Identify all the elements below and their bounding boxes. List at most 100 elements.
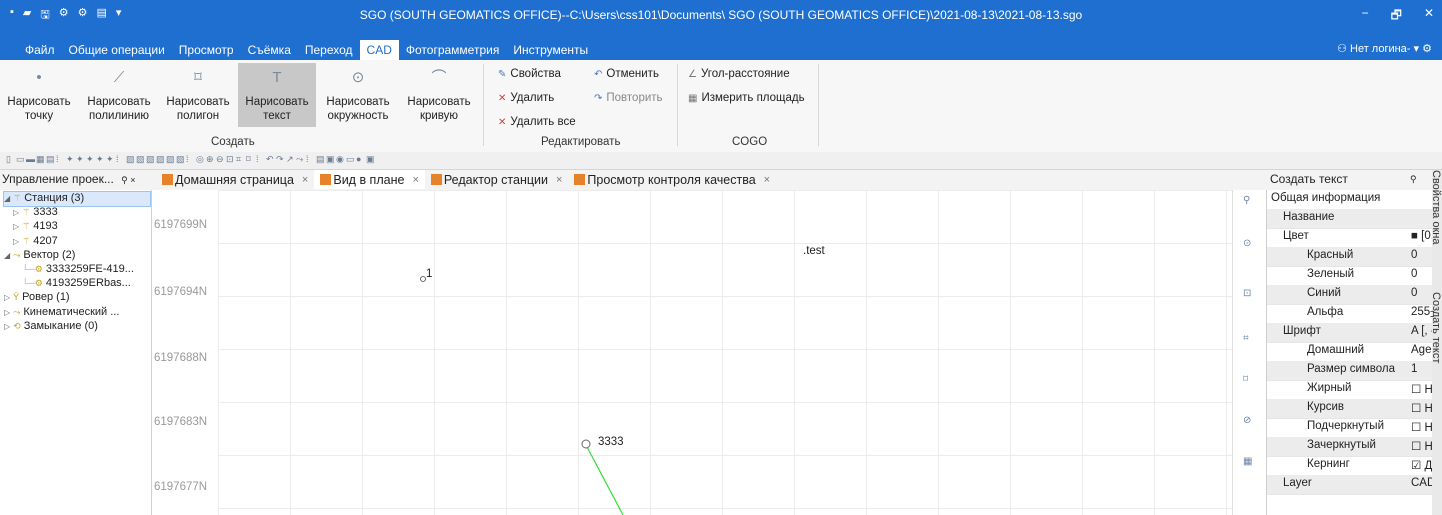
ribbon-edit-3[interactable]: ↶ Отменить <box>594 68 659 80</box>
point-marker[interactable] <box>420 276 426 282</box>
toolbar-icon[interactable]: ✦ <box>86 154 94 165</box>
ribbon-edit-0[interactable]: ✎ Свойства <box>498 68 561 80</box>
tree-node[interactable]: ▷ ⟲ Замыкание (0) <box>4 320 150 334</box>
property-value[interactable]: ☐ Не <box>1411 401 1433 415</box>
toolbar-icon[interactable]: ▤ <box>316 154 325 165</box>
tree-node[interactable]: └─⚙ 3333259FE-419... <box>22 263 150 277</box>
login-menu[interactable]: ⚇ Нет логина- ▾ ⚙ <box>1337 42 1432 55</box>
property-row[interactable]: Жирный ☐ Не <box>1267 380 1433 400</box>
property-value[interactable]: 0 <box>1411 268 1417 280</box>
toolbar-icon[interactable]: ▧ <box>146 154 155 165</box>
tree-node[interactable]: ▷ ⚚ 3333 <box>13 206 150 220</box>
toolbar-icon[interactable]: ● <box>356 154 361 164</box>
toolbar-icon[interactable]: ▯ <box>6 154 11 165</box>
property-row[interactable]: ДомашнийAgen <box>1267 342 1433 362</box>
property-row[interactable]: Красный 0 <box>1267 247 1433 267</box>
toolbar-icon[interactable]: ⊕ <box>206 154 214 165</box>
station-marker[interactable] <box>581 439 591 449</box>
property-row[interactable]: Кернинг ☑ Да <box>1267 456 1433 476</box>
toolbar-icon[interactable]: ▣ <box>326 154 335 165</box>
menu-item-4[interactable]: Переход <box>298 40 360 60</box>
view-tool-icon[interactable]: ⌑ <box>1243 374 1248 385</box>
ribbon-button-5[interactable]: ⌒ Нарисовать кривую <box>400 63 478 127</box>
property-row[interactable]: Подчеркнутый ☐ Не <box>1267 418 1433 438</box>
toolbar-icon[interactable]: ⤳ <box>296 154 303 165</box>
property-value[interactable]: ☐ Не <box>1411 420 1433 434</box>
close-icon[interactable]: × <box>764 174 770 186</box>
toolbar-icon[interactable]: ⊡ <box>226 154 234 165</box>
ribbon-button-2[interactable]: ⌑ Нарисовать полигон <box>159 63 237 127</box>
ribbon-cogo-1[interactable]: ▦ Измерить площадь <box>688 92 805 104</box>
tab-0[interactable]: Домашняя страница × <box>156 170 314 189</box>
toolbar-icon[interactable]: ✦ <box>66 154 74 165</box>
tree-node[interactable]: ◢ ⚚ Станция (3) <box>3 191 151 207</box>
minimize-button[interactable]: − <box>1362 6 1369 27</box>
view-tool-icon[interactable]: ⊘ <box>1243 415 1251 426</box>
toolbar-icon[interactable]: ▭ <box>346 154 355 165</box>
menu-item-3[interactable]: Съёмка <box>241 40 298 60</box>
toolbar-icon[interactable]: ▧ <box>176 154 185 165</box>
property-row[interactable]: Курсив ☐ Не <box>1267 399 1433 419</box>
tab-2[interactable]: Редактор станции × <box>425 170 569 189</box>
ribbon-edit-1[interactable]: ✕ Удалить <box>498 92 554 104</box>
toolbar-icon[interactable]: ◉ <box>336 154 344 165</box>
ribbon-button-4[interactable]: ⊙ Нарисовать окружность <box>319 63 397 127</box>
tree-node[interactable]: ▷ ⚚ 4193 <box>13 220 150 234</box>
property-row[interactable]: Цвет ■ [0, <box>1267 228 1433 248</box>
property-row[interactable]: Размер символа 1 <box>1267 361 1433 381</box>
tab-3[interactable]: Просмотр контроля качества × <box>568 170 776 189</box>
tree-node[interactable]: ▷ Ÿ Ровер (1) <box>4 291 150 305</box>
menu-item-2[interactable]: Просмотр <box>172 40 241 60</box>
property-row[interactable]: Зеленый 0 <box>1267 266 1433 286</box>
expander-icon[interactable]: ▷ <box>4 322 10 331</box>
expander-icon[interactable]: ▷ <box>13 237 19 246</box>
expander-icon[interactable]: ◢ <box>4 194 10 203</box>
toolbar-icon[interactable]: ◎ <box>196 154 204 165</box>
view-tool-icon[interactable]: ▦ <box>1243 456 1252 467</box>
toolbar-icon[interactable]: ▦ <box>36 154 45 165</box>
property-row[interactable]: Зачеркнутый ☐ Не <box>1267 437 1433 457</box>
ribbon-button-1[interactable]: ⟋ Нарисовать полилинию <box>80 63 158 127</box>
plan-view-canvas[interactable]: 6197699N 6197694N 6197688N 6197683N 6197… <box>152 190 1232 515</box>
toolbar-icon[interactable]: ✦ <box>106 154 114 165</box>
toolbar-icon[interactable]: ▣ <box>366 154 375 165</box>
property-value[interactable]: ☐ Не <box>1411 382 1433 396</box>
property-value[interactable]: 0 <box>1411 287 1417 299</box>
property-row[interactable]: Шрифт A [, - <box>1267 323 1433 343</box>
ribbon-button-3[interactable]: T Нарисовать текст <box>238 63 316 127</box>
property-row[interactable]: Layer CAD <box>1267 475 1433 495</box>
ribbon-button-0[interactable]: • Нарисовать точку <box>0 63 78 127</box>
tab-1[interactable]: Вид в плане × <box>314 170 425 189</box>
menu-item-7[interactable]: Инструменты <box>506 40 595 60</box>
property-value[interactable]: ☐ Не <box>1411 439 1433 453</box>
property-value[interactable]: 0 <box>1411 249 1417 261</box>
view-tool-icon[interactable]: ⊙ <box>1243 238 1251 249</box>
toolbar-icon[interactable]: ▧ <box>166 154 175 165</box>
toolbar-icon[interactable]: ▭ <box>16 154 25 165</box>
tree-node[interactable]: ◢ ⤳ Вектор (2) <box>4 249 150 263</box>
view-tool-icon[interactable]: ⌗ <box>1243 333 1249 344</box>
toolbar-icon[interactable]: ▧ <box>136 154 145 165</box>
toolbar-icon[interactable]: ⌗ <box>236 154 241 165</box>
ribbon-edit-4[interactable]: ↷ Повторить <box>594 92 663 104</box>
ribbon-cogo-0[interactable]: ∠ Угол-расстояние <box>688 68 790 80</box>
property-row[interactable]: Синий 0 <box>1267 285 1433 305</box>
toolbar-icon[interactable]: ↗ <box>286 154 294 165</box>
toolbar-icon[interactable]: ▬ <box>26 154 35 164</box>
close-button[interactable]: ✕ <box>1424 6 1434 27</box>
toolbar-icon[interactable]: ↶ <box>266 154 274 165</box>
cad-text-label[interactable]: .test <box>803 245 825 257</box>
view-tool-icon[interactable]: ⚲ <box>1243 195 1250 206</box>
tree-node[interactable]: └─⚙ 4193259ERbas... <box>22 277 150 291</box>
property-value[interactable]: CAD <box>1411 477 1433 489</box>
maximize-button[interactable]: 🗗 <box>1391 6 1402 27</box>
pin-icon[interactable]: ⚲ × <box>121 175 135 185</box>
side-tab-create-text[interactable]: Создать текст <box>1430 292 1442 363</box>
toolbar-icon[interactable]: ✦ <box>96 154 104 165</box>
close-icon[interactable]: × <box>412 174 418 186</box>
expander-icon[interactable]: ▷ <box>13 208 19 217</box>
side-tab-window-props[interactable]: Свойства окна <box>1430 170 1442 244</box>
toolbar-icon[interactable]: ▤ <box>46 154 55 165</box>
tree-node[interactable]: ▷ ⚚ 4207 <box>13 235 150 249</box>
menu-item-0[interactable]: Файл <box>18 40 62 60</box>
